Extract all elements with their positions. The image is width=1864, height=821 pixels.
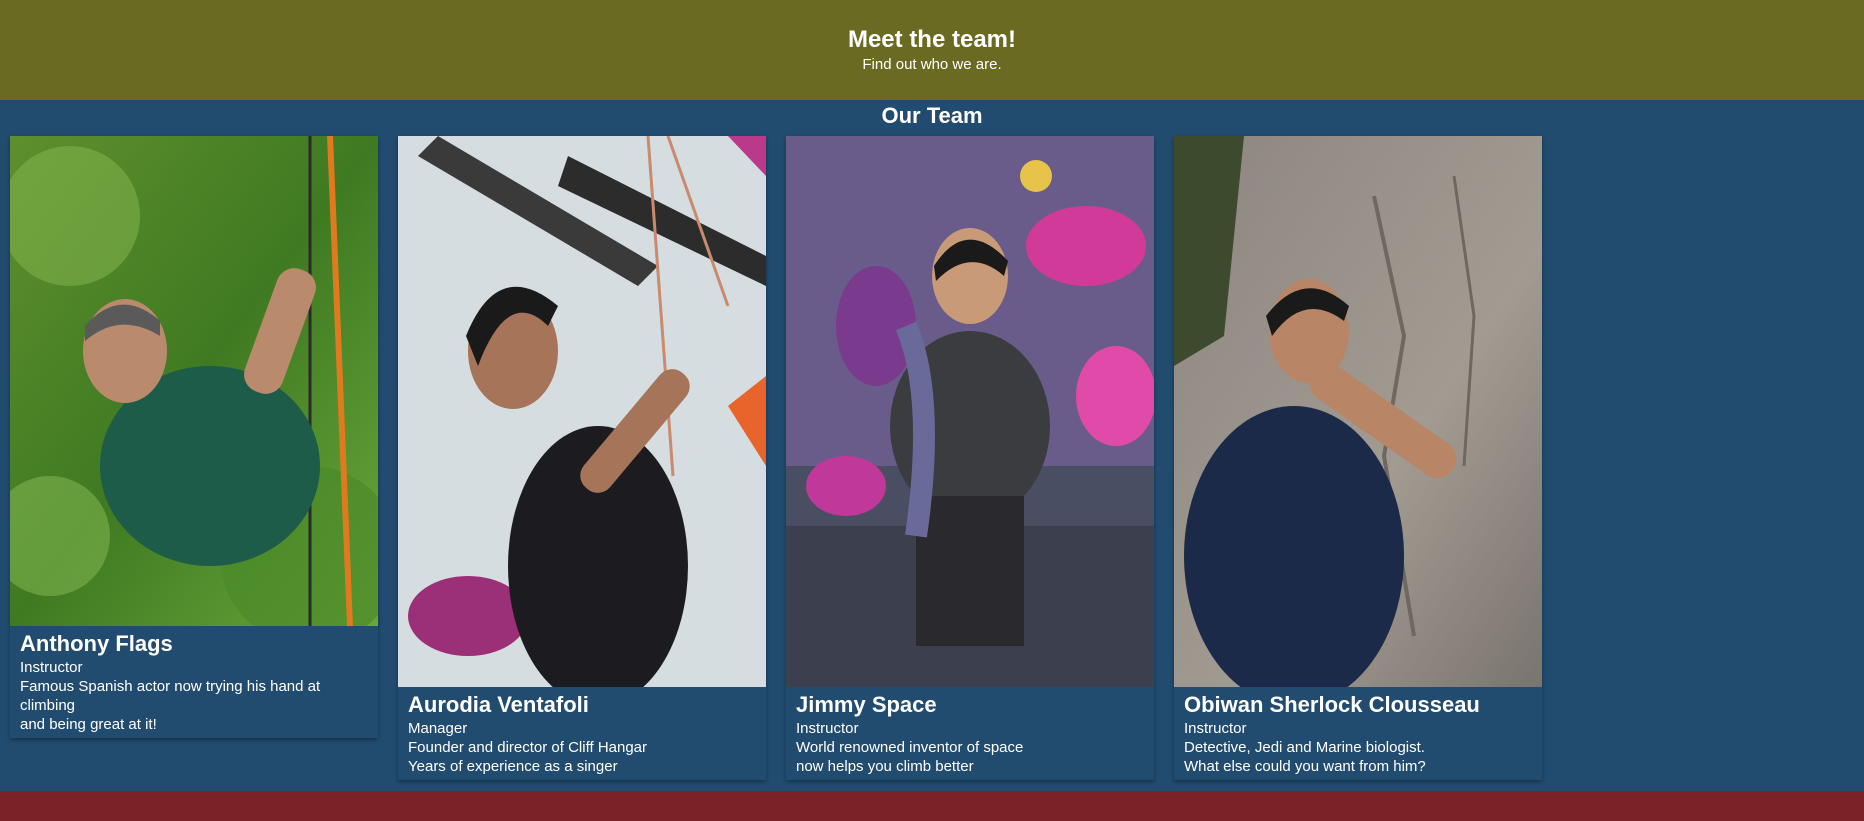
- team-card-aurodia-ventafoli: Aurodia Ventafoli Manager Founder and di…: [398, 136, 766, 780]
- member-role: Instructor: [1184, 720, 1247, 737]
- page-footer: [0, 791, 1864, 821]
- member-name: Obiwan Sherlock Clousseau: [1184, 692, 1480, 717]
- member-photo-jimmy-space: [786, 136, 1154, 687]
- member-role: Manager: [408, 720, 468, 737]
- member-bio-line: World renowned inventor of space: [796, 739, 1024, 756]
- team-heading: Our Team: [881, 103, 983, 128]
- member-role: Instructor: [796, 720, 859, 737]
- hero-banner: Meet the team! Find out who we are.: [0, 0, 1864, 100]
- member-bio-line: Founder and director of Cliff Hangar: [408, 739, 648, 756]
- hero-title: Meet the team!: [847, 26, 1017, 53]
- team-card-jimmy-space: Jimmy Space Instructor World renowned in…: [786, 136, 1154, 780]
- hero-subtitle: Find out who we are.: [862, 56, 1002, 73]
- member-bio-line: now helps you climb better: [796, 758, 974, 775]
- card-body: Anthony Flags Instructor Famous Spanish …: [10, 626, 378, 738]
- team-card-anthony-flags: Anthony Flags Instructor Famous Spanish …: [10, 136, 378, 738]
- card-body: Obiwan Sherlock Clousseau Instructor Det…: [1174, 687, 1542, 780]
- member-bio-line: Famous Spanish actor now trying his hand…: [20, 678, 321, 714]
- team-cards: Anthony Flags Instructor Famous Spanish …: [0, 136, 1864, 780]
- member-photo-anthony-flags: [10, 136, 378, 626]
- team-section: Our Team Anthony Flags Instructor Famous…: [0, 100, 1864, 790]
- team-card-obiwan-sherlock-clousseau: Obiwan Sherlock Clousseau Instructor Det…: [1174, 136, 1542, 780]
- member-photo-obiwan-sherlock-clousseau: [1174, 136, 1542, 687]
- member-bio-line: and being great at it!: [20, 716, 157, 733]
- member-photo-aurodia-ventafoli: [398, 136, 766, 687]
- member-role: Instructor: [20, 659, 83, 676]
- member-name: Anthony Flags: [20, 631, 173, 656]
- member-name: Aurodia Ventafoli: [408, 692, 589, 717]
- member-name: Jimmy Space: [796, 692, 937, 717]
- member-bio-line: Detective, Jedi and Marine biologist.: [1184, 739, 1425, 756]
- member-bio-line: What else could you want from him?: [1184, 758, 1426, 775]
- member-bio-line: Years of experience as a singer: [408, 758, 618, 775]
- card-body: Jimmy Space Instructor World renowned in…: [786, 687, 1154, 780]
- card-body: Aurodia Ventafoli Manager Founder and di…: [398, 687, 766, 780]
